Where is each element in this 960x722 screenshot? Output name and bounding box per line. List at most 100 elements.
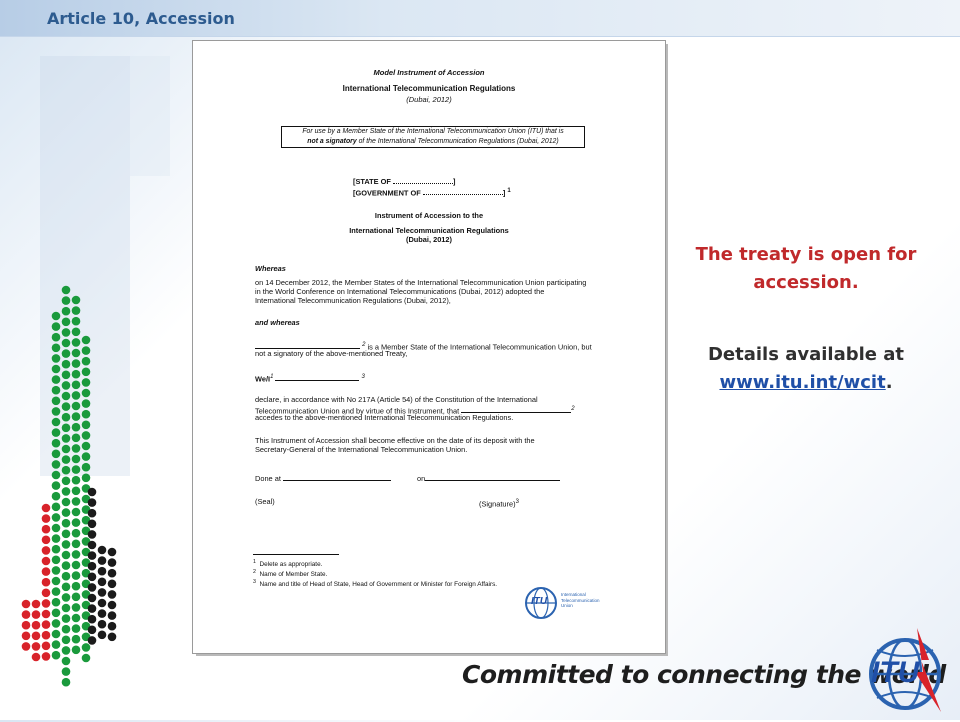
- flag-dot: [31, 610, 41, 619]
- flag-dot: [51, 438, 61, 448]
- flag-dot: [71, 422, 81, 432]
- flag-dot: [71, 316, 81, 326]
- doc-footnote-num-3: 3: [253, 579, 256, 585]
- flag-dot: [71, 454, 81, 464]
- flag-dot: [61, 677, 71, 687]
- flag-dot: [51, 407, 61, 416]
- flag-dot: [61, 582, 71, 592]
- flag-dot: [61, 518, 71, 528]
- flag-dot: [71, 412, 81, 421]
- flag-dot: [71, 380, 81, 390]
- flag-dot: [41, 503, 51, 513]
- flag-dot: [41, 567, 51, 576]
- flag-dot: [71, 581, 81, 591]
- flag-dot: [71, 391, 81, 400]
- flag-dot: [51, 332, 61, 342]
- doc-we-i: We/I: [255, 374, 271, 384]
- flag-dot: [21, 642, 31, 651]
- flag-dot: [97, 630, 107, 640]
- flag-dot: [71, 338, 81, 347]
- wcit-link[interactable]: www.itu.int/wcit: [719, 372, 885, 393]
- itu-logo-text: ITU: [871, 656, 920, 689]
- flag-dot: [51, 523, 61, 533]
- itu-logo: ITU: [855, 620, 955, 718]
- doc-on-label: on: [417, 474, 426, 483]
- flag-dot: [61, 508, 71, 517]
- flag-dot: [41, 588, 51, 598]
- doc-whereas: Whereas: [255, 264, 286, 273]
- doc-declare-line3: accedes to the above-mentioned Internati…: [255, 413, 514, 422]
- flag-dot: [107, 611, 117, 620]
- flag-dot: [81, 409, 91, 419]
- doc-blank-we-i: [275, 373, 360, 382]
- flag-dot: [71, 624, 81, 633]
- flag-dot: [51, 460, 61, 469]
- flag-dot: [71, 295, 81, 305]
- doc-heading-model: Model Instrument of Accession: [373, 68, 485, 77]
- flag-dot: [97, 588, 107, 597]
- flag-dot: [61, 646, 71, 655]
- doc-state-of: [STATE OF ]: [353, 177, 455, 186]
- flag-dot: [71, 592, 81, 602]
- flag-dot: [61, 402, 71, 411]
- doc-usage-rest: of the International Telecommunication R…: [356, 137, 559, 145]
- flag-dot: [21, 631, 31, 641]
- flag-dot: [61, 444, 71, 454]
- flag-dot: [61, 540, 71, 549]
- flag-dot: [61, 614, 71, 623]
- doc-government-of: [GOVERNMENT OF ] 1: [353, 188, 511, 197]
- flag-dot: [81, 346, 91, 355]
- flag-dot: [51, 513, 61, 522]
- doc-and-whereas: and whereas: [255, 318, 300, 327]
- doc-signature-label: (Signature): [479, 499, 516, 509]
- flag-dot: [61, 603, 71, 613]
- doc-footnote-ref-3: 3: [361, 374, 365, 380]
- flag-dot: [97, 577, 107, 587]
- flag-dot: [61, 359, 71, 369]
- doc-blank-done-at: [282, 473, 391, 481]
- flag-dot: [51, 534, 61, 543]
- flag-dot: [87, 625, 97, 635]
- doc-government-dots: [422, 188, 503, 196]
- flag-dot: [41, 620, 51, 629]
- flag-dot: [71, 475, 81, 485]
- flag-dot: [41, 556, 51, 566]
- flag-dot: [51, 417, 61, 427]
- flag-dot: [41, 630, 51, 640]
- flag-dot: [51, 587, 61, 596]
- flag-dot: [31, 620, 41, 630]
- flag-dot: [61, 550, 71, 560]
- flag-dot: [81, 388, 91, 398]
- doc-instrument-title-2: International Telecommunication Regulati…: [349, 226, 509, 235]
- flag-dot: [51, 544, 61, 554]
- doc-usage-box: For use by a Member State of the Interna…: [281, 126, 585, 148]
- flag-dot: [71, 465, 81, 474]
- flag-dot: [61, 487, 71, 496]
- flag-dot: [107, 590, 117, 599]
- flag-dot: [61, 296, 71, 305]
- flag-dot: [87, 530, 97, 539]
- doc-itu-logo-text: ITU: [531, 596, 548, 607]
- doc-heading-itr: International Telecommunication Regulati…: [342, 84, 516, 93]
- flag-dot: [61, 306, 71, 316]
- doc-instrument-title-3: (Dubai, 2012): [405, 235, 452, 244]
- flag-dot: [51, 650, 61, 660]
- flag-dot: [51, 428, 61, 437]
- flag-dot: [87, 572, 97, 582]
- flag-dot: [51, 385, 61, 395]
- flag-dot: [107, 600, 117, 610]
- flag-dot: [61, 465, 71, 475]
- flag-dot: [31, 652, 41, 662]
- doc-state-of-label: [STATE OF: [353, 177, 391, 186]
- flag-dot: [61, 423, 71, 433]
- flag-dot: [81, 462, 91, 472]
- flag-dot: [81, 643, 91, 652]
- flag-dot: [87, 583, 97, 592]
- flag-dot: [51, 470, 61, 480]
- flag-dot: [97, 598, 107, 608]
- flag-dot: [71, 359, 81, 368]
- flag-dot: [97, 609, 107, 618]
- flag-dot-tower: [21, 285, 117, 687]
- flag-dot: [51, 619, 61, 628]
- doc-usage-line1: For use by a Member State of the Interna…: [302, 128, 564, 135]
